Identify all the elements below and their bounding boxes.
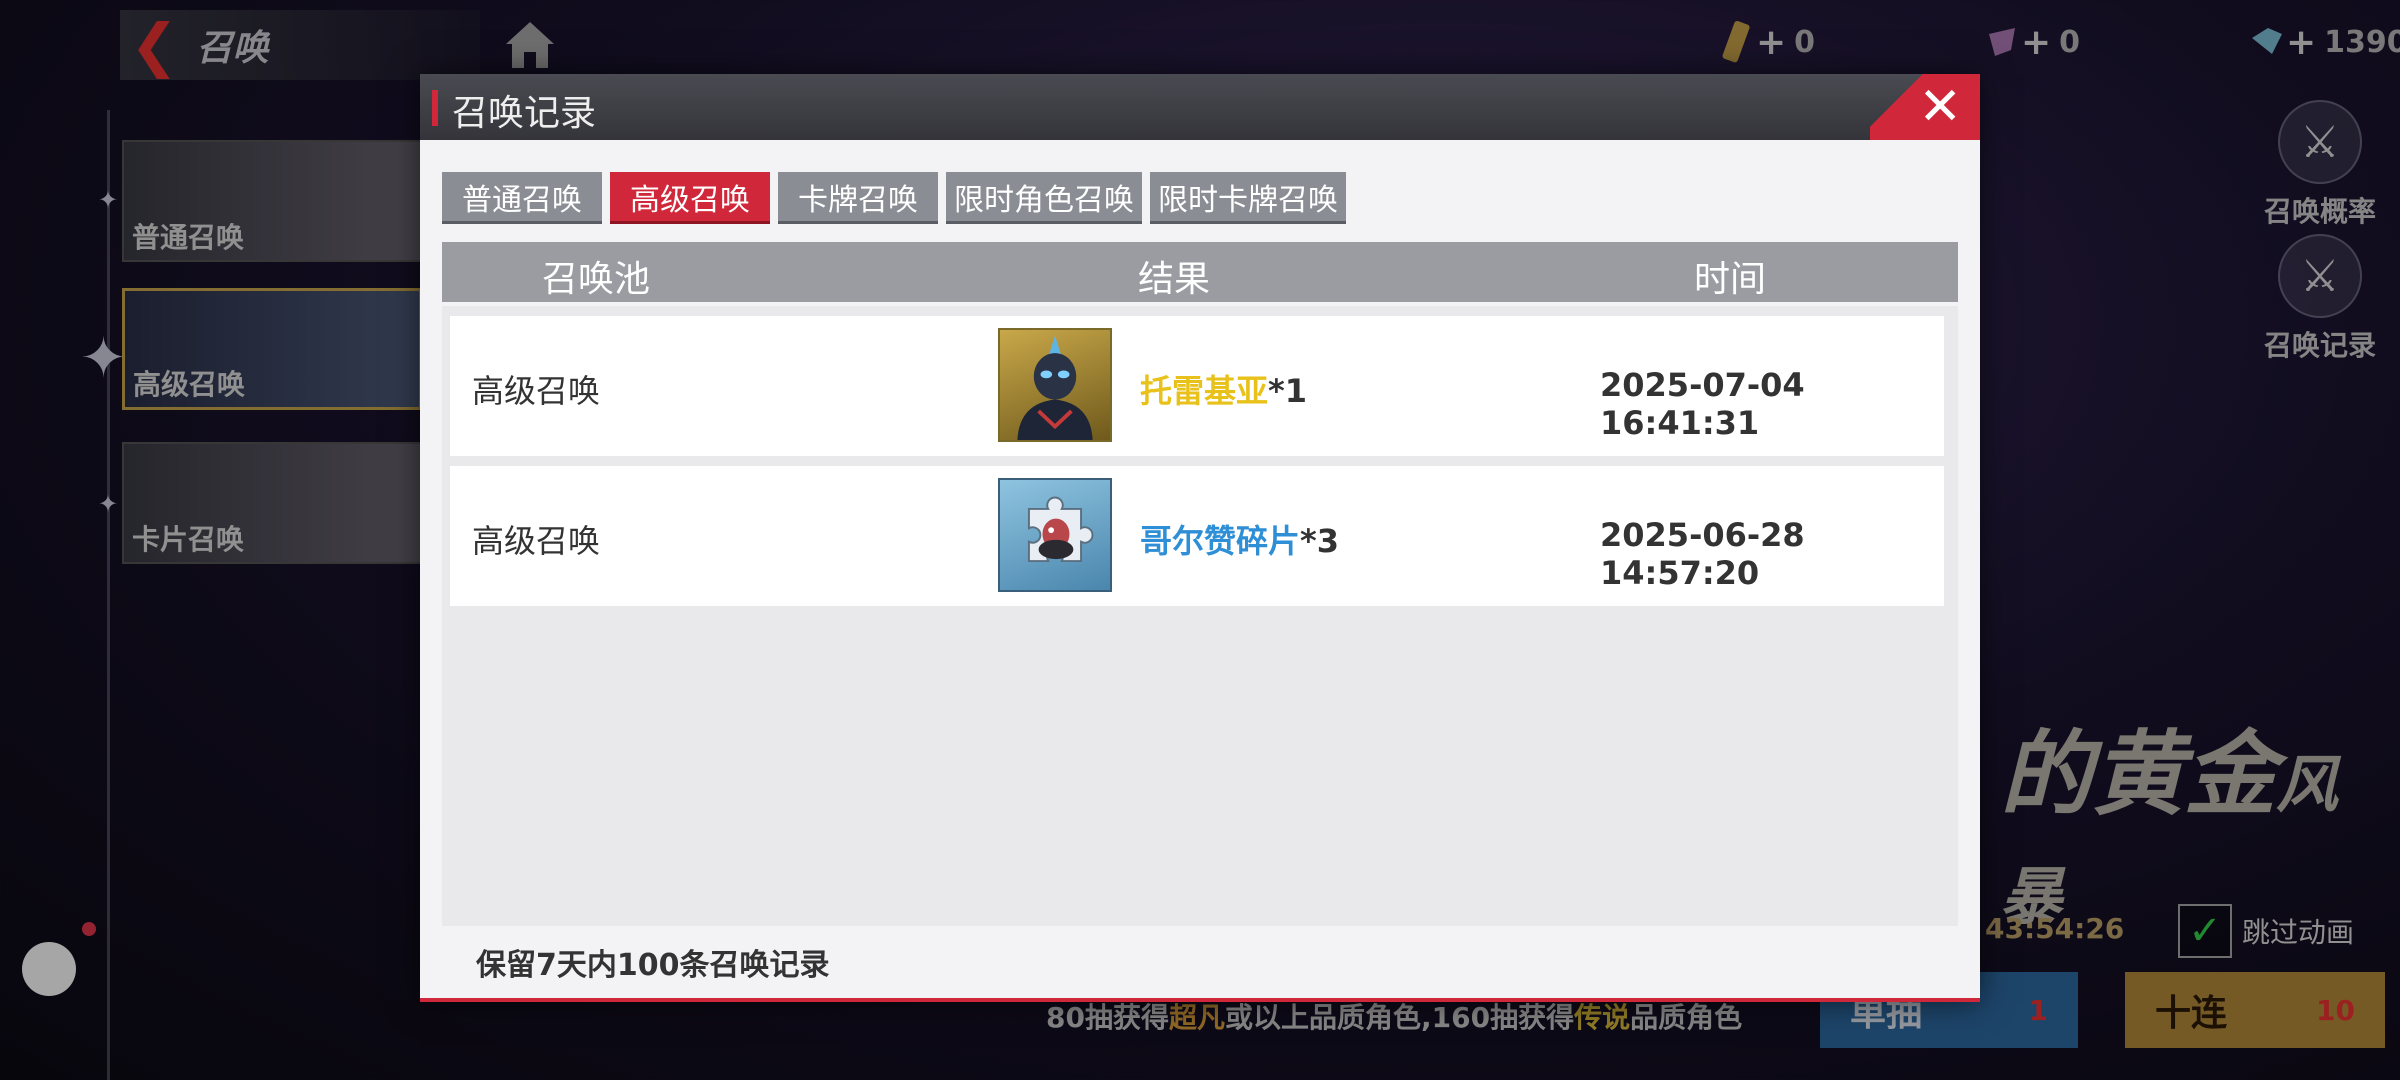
row-time: 2025-07-04 16:41:31 (1600, 366, 1805, 442)
dialog-title: 召唤记录 (452, 93, 597, 134)
row-pool: 高级召唤 (472, 372, 601, 410)
record-table-header: 召唤池 结果 时间 (442, 242, 1958, 302)
result-item-name: 哥尔赞碎片 (1140, 522, 1301, 560)
close-button[interactable]: ✕ (1870, 74, 1980, 140)
close-icon[interactable]: ✕ (1918, 77, 1962, 137)
result-quantity: *3 (1300, 522, 1340, 560)
record-table-body[interactable]: 高级召唤 托雷基亚*1 2025-07-04 16:41:31 高级召唤 哥尔赞… (442, 306, 1958, 926)
row-result: 哥尔赞碎片*3 (1140, 516, 1339, 562)
tab-advanced-summon[interactable]: 高级召唤 (610, 172, 770, 224)
character-portrait (998, 328, 1112, 442)
tab-limited-character-summon[interactable]: 限时角色召唤 (946, 172, 1142, 224)
character-portrait-icon (1017, 335, 1093, 440)
column-header-result: 结果 (1138, 259, 1211, 300)
column-header-pool: 召唤池 (542, 259, 651, 300)
column-header-time: 时间 (1694, 259, 1767, 300)
tab-normal-summon[interactable]: 普通召唤 (442, 172, 602, 224)
pool-tabs: 普通召唤 高级召唤 卡牌召唤 限时角色召唤 限时卡牌召唤 (442, 172, 1346, 224)
table-row: 高级召唤 哥尔赞碎片*3 2025-06-28 14:57:20 (450, 466, 1944, 606)
row-pool: 高级召唤 (472, 522, 601, 560)
table-row: 高级召唤 托雷基亚*1 2025-07-04 16:41:31 (450, 316, 1944, 456)
summon-record-dialog: 召唤记录 ✕ 普通召唤 高级召唤 卡牌召唤 限时角色召唤 限时卡牌召唤 召唤池 … (420, 74, 1980, 1002)
result-quantity: *1 (1268, 372, 1308, 410)
header-accent-bar (432, 90, 438, 126)
row-result: 托雷基亚*1 (1140, 366, 1307, 412)
result-item-name: 托雷基亚 (1140, 372, 1269, 410)
puzzle-fragment-icon (1027, 496, 1094, 563)
retention-note: 保留7天内100条召唤记录 (476, 948, 830, 983)
tab-limited-card-summon[interactable]: 限时卡牌召唤 (1150, 172, 1346, 224)
tab-card-summon[interactable]: 卡牌召唤 (778, 172, 938, 224)
dialog-header: 召唤记录 ✕ (420, 74, 1980, 140)
row-time: 2025-06-28 14:57:20 (1600, 516, 1805, 592)
fragment-icon-frame (998, 478, 1112, 592)
